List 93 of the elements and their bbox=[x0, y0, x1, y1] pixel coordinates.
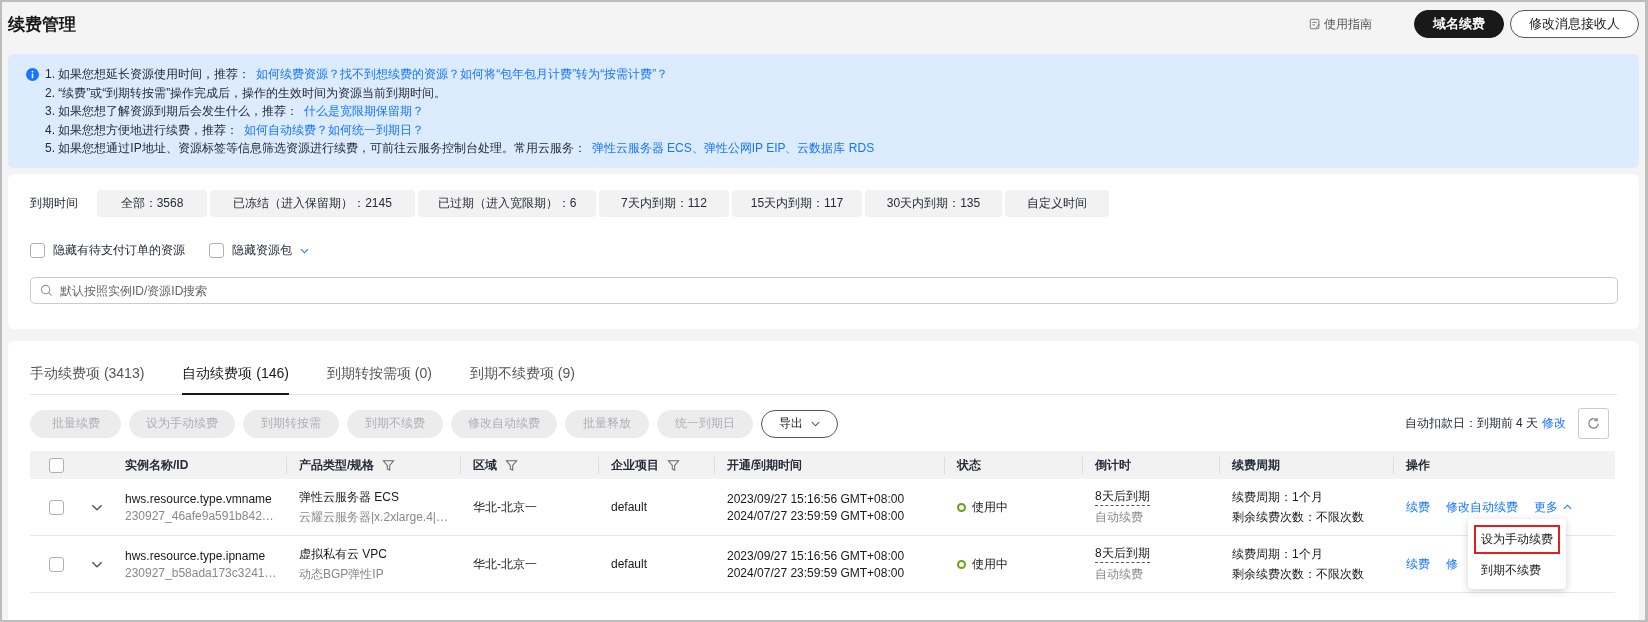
table-cell: 弹性云服务器 ECS bbox=[299, 488, 399, 506]
table-cell: 续费周期：1个月 bbox=[1232, 545, 1323, 563]
status-text: 使用中 bbox=[972, 498, 1008, 516]
tab[interactable]: 手动续费项 (3413) bbox=[30, 357, 145, 395]
tab[interactable]: 自动续费项 (146) bbox=[182, 357, 289, 395]
more-link[interactable]: 更多 bbox=[1534, 498, 1572, 516]
column-header: 产品类型/规格 bbox=[299, 456, 375, 474]
table-cell: 2024/07/27 23:59:59 GMT+08:00 bbox=[727, 565, 905, 580]
column-header: 实例名称/ID bbox=[125, 456, 189, 474]
countdown-text: 8天后到期 bbox=[1095, 488, 1150, 506]
filter-chip[interactable]: 已冻结（进入保留期）：2145 bbox=[210, 190, 415, 217]
guide-link[interactable]: 使用指南 bbox=[1309, 15, 1372, 33]
filter-chip[interactable]: 自定义时间 bbox=[1005, 190, 1109, 217]
filter-chip[interactable]: 已过期（进入宽限期）：6 bbox=[418, 190, 596, 217]
column-header: 区域 bbox=[473, 456, 497, 474]
filter-label: 到期时间 bbox=[30, 195, 79, 212]
search-icon bbox=[40, 284, 53, 297]
countdown-text: 8天后到期 bbox=[1095, 545, 1150, 563]
chevron-up-icon bbox=[1563, 504, 1572, 510]
notice-text: 4. 如果您想方便地进行续费，推荐： bbox=[45, 121, 239, 138]
table-cell: 剩余续费次数：不限次数 bbox=[1232, 565, 1364, 583]
help-link[interactable]: 什么是宽限期保留期？ bbox=[304, 103, 425, 119]
checkbox-label: 隐藏有待支付订单的资源 bbox=[53, 242, 185, 259]
menu-item[interactable]: 设为手动续费 bbox=[1474, 524, 1560, 554]
column-header: 开通/到期时间 bbox=[727, 456, 803, 474]
info-icon bbox=[26, 68, 39, 81]
deduction-text: 自动扣款日：到期前 4 天 bbox=[1404, 415, 1538, 432]
filter-chip[interactable]: 30天内到期：135 bbox=[865, 190, 1002, 217]
column-header: 状态 bbox=[957, 456, 981, 474]
checkbox[interactable] bbox=[49, 556, 64, 572]
checkbox[interactable] bbox=[49, 499, 64, 515]
table-cell: 自动续费 bbox=[1095, 566, 1143, 583]
table-cell: 华北-北京一 bbox=[473, 498, 537, 516]
document-icon bbox=[1309, 18, 1321, 30]
table-cell: hws.resource.type.vmname bbox=[125, 491, 272, 506]
table-cell: 云耀云服务器|x.2xlarge.4|… bbox=[299, 508, 448, 526]
table-cell: default bbox=[611, 557, 648, 571]
status-text: 使用中 bbox=[972, 555, 1008, 573]
status-dot bbox=[957, 559, 966, 569]
column-header: 企业项目 bbox=[611, 456, 659, 474]
table-cell: 华北-北京一 bbox=[473, 555, 537, 573]
menu-item[interactable]: 到期不续费 bbox=[1474, 555, 1560, 585]
action-link[interactable]: 修 bbox=[1446, 555, 1458, 573]
refresh-button[interactable] bbox=[1578, 408, 1609, 439]
chevron-down-icon bbox=[811, 420, 820, 427]
search-field[interactable]: 默认按照实例ID/资源ID搜索 bbox=[30, 277, 1618, 304]
notice-text: 5. 如果您想通过IP地址、资源标签等信息筛选资源进行续费，可前往云服务控制台处理。常用云服务： bbox=[45, 140, 586, 156]
table-cell: 230927_46afe9a591b842… bbox=[125, 508, 274, 523]
table-cell: 自动续费 bbox=[1095, 509, 1143, 526]
action-link[interactable]: 续费 bbox=[1406, 498, 1430, 516]
status-dot bbox=[957, 502, 966, 512]
filter-icon bbox=[667, 458, 680, 472]
table-cell: 动态BGP弹性IP bbox=[299, 565, 384, 583]
tab[interactable]: 到期不续费项 (9) bbox=[469, 357, 575, 395]
help-link[interactable]: 如何续费资源？找不到想续费的资源？如何将“包年包月计费”转为“按需计费”？ bbox=[256, 66, 669, 82]
checkbox[interactable] bbox=[209, 243, 224, 258]
chevron-down-icon bbox=[300, 247, 309, 254]
header-button[interactable]: 修改消息接收人 bbox=[1510, 10, 1639, 38]
refresh-icon bbox=[1586, 416, 1601, 431]
filter-icon bbox=[505, 458, 518, 472]
table-cell: 2023/09/27 15:16:56 GMT+08:00 bbox=[727, 491, 905, 506]
notice-text: 3. 如果您想了解资源到期后会发生什么，推荐： bbox=[45, 103, 299, 119]
filter-icon bbox=[382, 458, 396, 472]
toolbar-button[interactable]: 导出 bbox=[761, 409, 838, 438]
table-cell: 2024/07/27 23:59:59 GMT+08:00 bbox=[727, 508, 905, 523]
checkbox[interactable] bbox=[49, 457, 64, 473]
action-link[interactable]: 修改自动续费 bbox=[1446, 498, 1518, 516]
table-cell: 剩余续费次数：不限次数 bbox=[1232, 508, 1364, 526]
checkbox-label: 隐藏资源包 bbox=[232, 242, 292, 259]
help-link[interactable]: 如何自动续费？如何统一到期日？ bbox=[244, 121, 425, 138]
filter-chip[interactable]: 全部：3568 bbox=[97, 190, 207, 217]
column-header: 倒计时 bbox=[1095, 456, 1131, 474]
table-cell: 230927_b58ada173c3241… bbox=[125, 565, 277, 580]
action-link[interactable]: 续费 bbox=[1406, 555, 1430, 573]
column-header: 操作 bbox=[1406, 456, 1430, 474]
table-cell: 虚拟私有云 VPC bbox=[299, 545, 387, 563]
filter-chip[interactable]: 15天内到期：117 bbox=[732, 190, 862, 217]
chevron-down-icon bbox=[91, 560, 103, 568]
table-cell: 2023/09/27 15:16:56 GMT+08:00 bbox=[727, 548, 905, 563]
checkbox[interactable] bbox=[30, 243, 45, 258]
tab[interactable]: 到期转按需项 (0) bbox=[326, 357, 432, 395]
edit-link[interactable]: 修改 bbox=[1542, 415, 1566, 432]
table-cell: 续费周期：1个月 bbox=[1232, 488, 1323, 506]
column-header: 续费周期 bbox=[1232, 456, 1280, 474]
help-link[interactable]: 弹性云服务器 ECS、弹性公网IP EIP、云数据库 RDS bbox=[591, 140, 875, 156]
notice-text: 2. “续费”或“到期转按需”操作完成后，操作的生效时间为资源当前到期时间。 bbox=[45, 84, 447, 101]
page-title: 续费管理 bbox=[8, 13, 76, 36]
chevron-down-icon bbox=[91, 503, 103, 511]
table-cell: hws.resource.type.ipname bbox=[125, 548, 266, 563]
notice-text: 1. 如果您想延长资源使用时间，推荐： bbox=[45, 66, 251, 82]
header-button[interactable]: 域名续费 bbox=[1414, 10, 1504, 38]
table-cell: default bbox=[611, 500, 648, 514]
filter-chip[interactable]: 7天内到期：112 bbox=[599, 190, 729, 217]
